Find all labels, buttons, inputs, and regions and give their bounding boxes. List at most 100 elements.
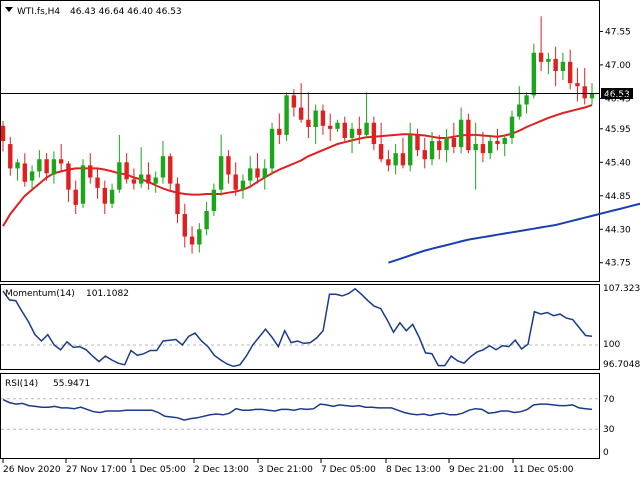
candle-body	[582, 86, 587, 99]
price-tick-label: 46.45	[605, 94, 631, 104]
candle-body	[124, 162, 129, 180]
candle-body	[437, 141, 442, 151]
price-tick-label: 47.55	[605, 27, 631, 37]
momentum-series	[2, 287, 593, 368]
candle-body	[284, 95, 289, 135]
rsi-axis: 70 30 0	[603, 395, 615, 458]
candle-body	[422, 150, 427, 160]
candle-body	[204, 211, 209, 230]
candle-body	[306, 119, 311, 127]
time-axis: 26 Nov 2020 27 Nov 17:00 1 Dec 05:00 2 Dec …	[2, 459, 574, 475]
candle-body	[538, 52, 544, 62]
momentum-axis: 107.3237 100 96.7048	[603, 284, 640, 370]
rsi-tick-label: 70	[603, 395, 615, 405]
rsi-series	[2, 398, 593, 421]
candle-body	[80, 165, 86, 204]
momentum-value: 101.1082	[86, 289, 129, 299]
candle-body	[291, 95, 297, 108]
candle-body	[546, 58, 551, 62]
candle-body	[240, 180, 246, 190]
candle-body	[8, 144, 13, 169]
candle-body	[168, 156, 173, 184]
candle-body	[502, 137, 507, 145]
candle-body	[349, 128, 355, 138]
ohlc-label: 46.43 46.64 46.40 46.53	[70, 7, 182, 17]
candle-body	[524, 95, 529, 105]
candle-body	[495, 141, 500, 145]
price-tick-label: 47.00	[605, 61, 631, 71]
price-tick-label: 45.95	[605, 125, 631, 135]
price-axis: 47.55 47.00 46.45 45.95 45.40 44.85 44.30 43.75	[600, 27, 631, 269]
time-tick-label: 8 Dec 13:00	[386, 465, 441, 475]
candle-body	[197, 229, 202, 245]
time-tick-label: 27 Nov 17:00	[66, 465, 127, 475]
rsi-title: RSI(14)	[5, 379, 38, 389]
candle-body	[0, 125, 6, 141]
collapse-triangle-icon[interactable]	[5, 7, 13, 12]
candle-body	[400, 153, 406, 166]
price-tick-label: 43.75	[605, 259, 631, 269]
price-panel-frame	[0, 0, 600, 282]
candle-body	[44, 159, 49, 174]
candle-body	[277, 128, 282, 135]
candle-body	[131, 179, 137, 184]
candle-body	[160, 156, 166, 178]
candle-body	[153, 177, 158, 184]
candle-body	[408, 134, 413, 166]
rsi-line	[2, 398, 593, 421]
candle-body	[58, 159, 64, 164]
candle-body	[109, 189, 115, 204]
candle-body	[102, 187, 108, 204]
rsi-panel-frame	[0, 373, 600, 459]
candle-body	[473, 144, 478, 151]
candle-body	[328, 125, 333, 129]
time-tick-label: 3 Dec 21:00	[258, 465, 313, 475]
candle-body	[589, 93, 595, 99]
candle-body	[342, 122, 347, 138]
candle-body	[175, 183, 180, 215]
candle-body	[393, 153, 398, 166]
time-tick-label: 1 Dec 05:00	[131, 465, 186, 475]
candle-body	[567, 61, 573, 84]
candle-body	[51, 159, 57, 175]
candles	[0, 16, 595, 254]
candle-body	[22, 163, 28, 182]
candle-body	[458, 119, 464, 148]
candle-body	[487, 141, 493, 154]
candle-body	[95, 177, 100, 188]
candle-body	[429, 141, 435, 160]
candle-body	[298, 107, 304, 120]
candle-body	[15, 162, 20, 169]
candle-body	[66, 163, 71, 190]
momentum-title: Momentum(14)	[5, 289, 75, 299]
candle-body	[182, 214, 187, 237]
candle-body	[226, 156, 231, 175]
candle-body	[189, 236, 195, 245]
candle-body	[146, 174, 151, 184]
candle-body	[88, 165, 93, 178]
candle-body	[117, 162, 122, 190]
candle-body	[73, 189, 78, 205]
candle-body	[29, 171, 35, 181]
candle-body	[313, 110, 318, 127]
time-tick-label: 7 Dec 05:00	[321, 465, 376, 475]
candle-body	[255, 168, 260, 178]
time-tick-label: 2 Dec 13:00	[194, 465, 249, 475]
candle-body	[466, 119, 471, 151]
momentum-tick-label: 107.3237	[603, 284, 640, 294]
candle-body	[386, 159, 391, 166]
candle-body	[480, 144, 486, 154]
candle-body	[517, 104, 522, 117]
rsi-tick-label: 0	[603, 448, 609, 458]
candle-body	[444, 137, 449, 151]
time-tick-label: 9 Dec 21:00	[449, 465, 504, 475]
candle-body	[335, 122, 340, 129]
candle-body	[451, 137, 457, 148]
candle-body	[320, 110, 326, 126]
rsi-value: 55.9471	[53, 379, 90, 389]
candle-body	[211, 189, 217, 211]
trading-chart[interactable]: WTI.fs,H4 46.43 46.64 46.40 46.53 46.53 …	[0, 0, 640, 480]
candle-body	[262, 168, 267, 178]
candle-body	[269, 128, 275, 169]
candle-body	[553, 58, 558, 71]
